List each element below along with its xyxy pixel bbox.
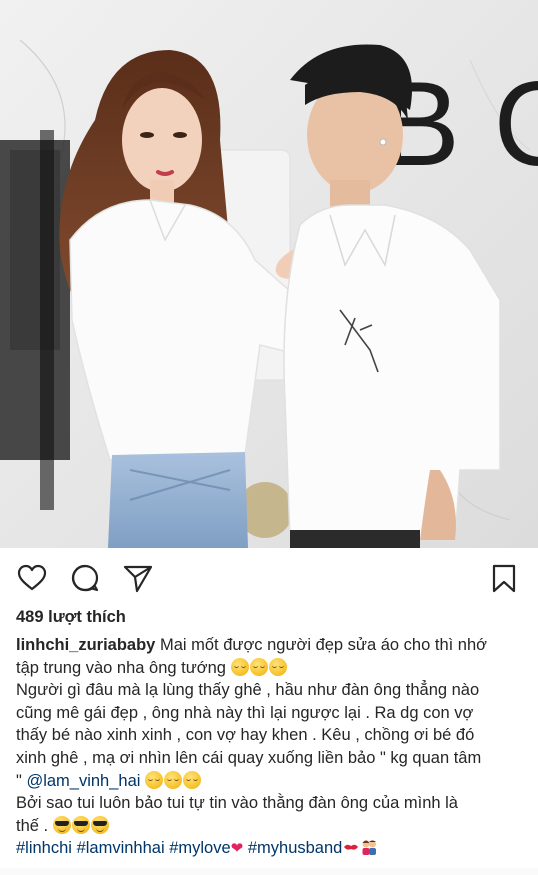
hashtag-link[interactable]: #myhusband: [248, 839, 342, 857]
caption-line: Người gì đâu mà lạ lùng thấy ghê , hầu n…: [16, 681, 480, 700]
relieved-emoji-icon: [183, 770, 202, 789]
couple-emoji-icon: [362, 840, 377, 856]
sunglasses-emoji-icon: [71, 815, 90, 834]
mention-link[interactable]: @lam_vinh_hai: [26, 772, 140, 790]
sunglasses-emoji-icon: [52, 815, 71, 834]
hashtag-link[interactable]: #linhchi: [16, 839, 72, 857]
post-username[interactable]: linhchi_zuriababy: [16, 636, 155, 654]
caption-line: linhchi_zuriababy Mai mốt được người đẹp…: [16, 636, 487, 654]
caption-line: tập trung vào nha ông tướng: [16, 657, 526, 680]
send-icon[interactable]: [123, 563, 153, 593]
post-photo[interactable]: B C: [0, 0, 538, 548]
comment-icon[interactable]: [70, 563, 100, 593]
hashtag-link[interactable]: #mylove: [169, 839, 230, 857]
caption-hashtags: #linhchi #lamvinhhai #mylove❤ #myhusband: [16, 837, 526, 861]
heart-icon[interactable]: [17, 563, 47, 593]
sunglasses-emoji-icon: [90, 815, 109, 834]
caption-line: thấy bé nào xinh xinh , con vợ hay khen …: [16, 726, 475, 745]
relieved-emoji-icon: [145, 770, 164, 789]
caption-line: " @lam_vinh_hai: [16, 770, 526, 793]
hashtag-link[interactable]: #lamvinhhai: [77, 839, 165, 857]
kiss-mark-emoji-icon: [344, 845, 359, 851]
relieved-emoji-icon: [230, 657, 249, 676]
post-action-bar: [0, 548, 538, 606]
post-caption: linhchi_zuriababy Mai mốt được người đẹp…: [16, 634, 526, 861]
caption-line: thế .: [16, 815, 526, 838]
bookmark-icon[interactable]: [489, 563, 519, 593]
caption-line: cũng mê gái đẹp , ông nhà này thì lại ng…: [16, 703, 474, 722]
red-heart-emoji-icon: ❤: [230, 840, 244, 858]
caption-line: xinh ghê , mạ ơi nhìn lên cái quay xuống…: [16, 748, 482, 767]
caption-line: Bởi sao tui luôn bảo tui tự tin vào thằn…: [16, 794, 458, 813]
bottom-edge: [0, 868, 538, 875]
relieved-emoji-icon: [268, 657, 287, 676]
couple-photo-illustration: B C: [0, 0, 538, 548]
relieved-emoji-icon: [164, 770, 183, 789]
like-count[interactable]: 489 lượt thích: [16, 608, 126, 627]
relieved-emoji-icon: [249, 657, 268, 676]
